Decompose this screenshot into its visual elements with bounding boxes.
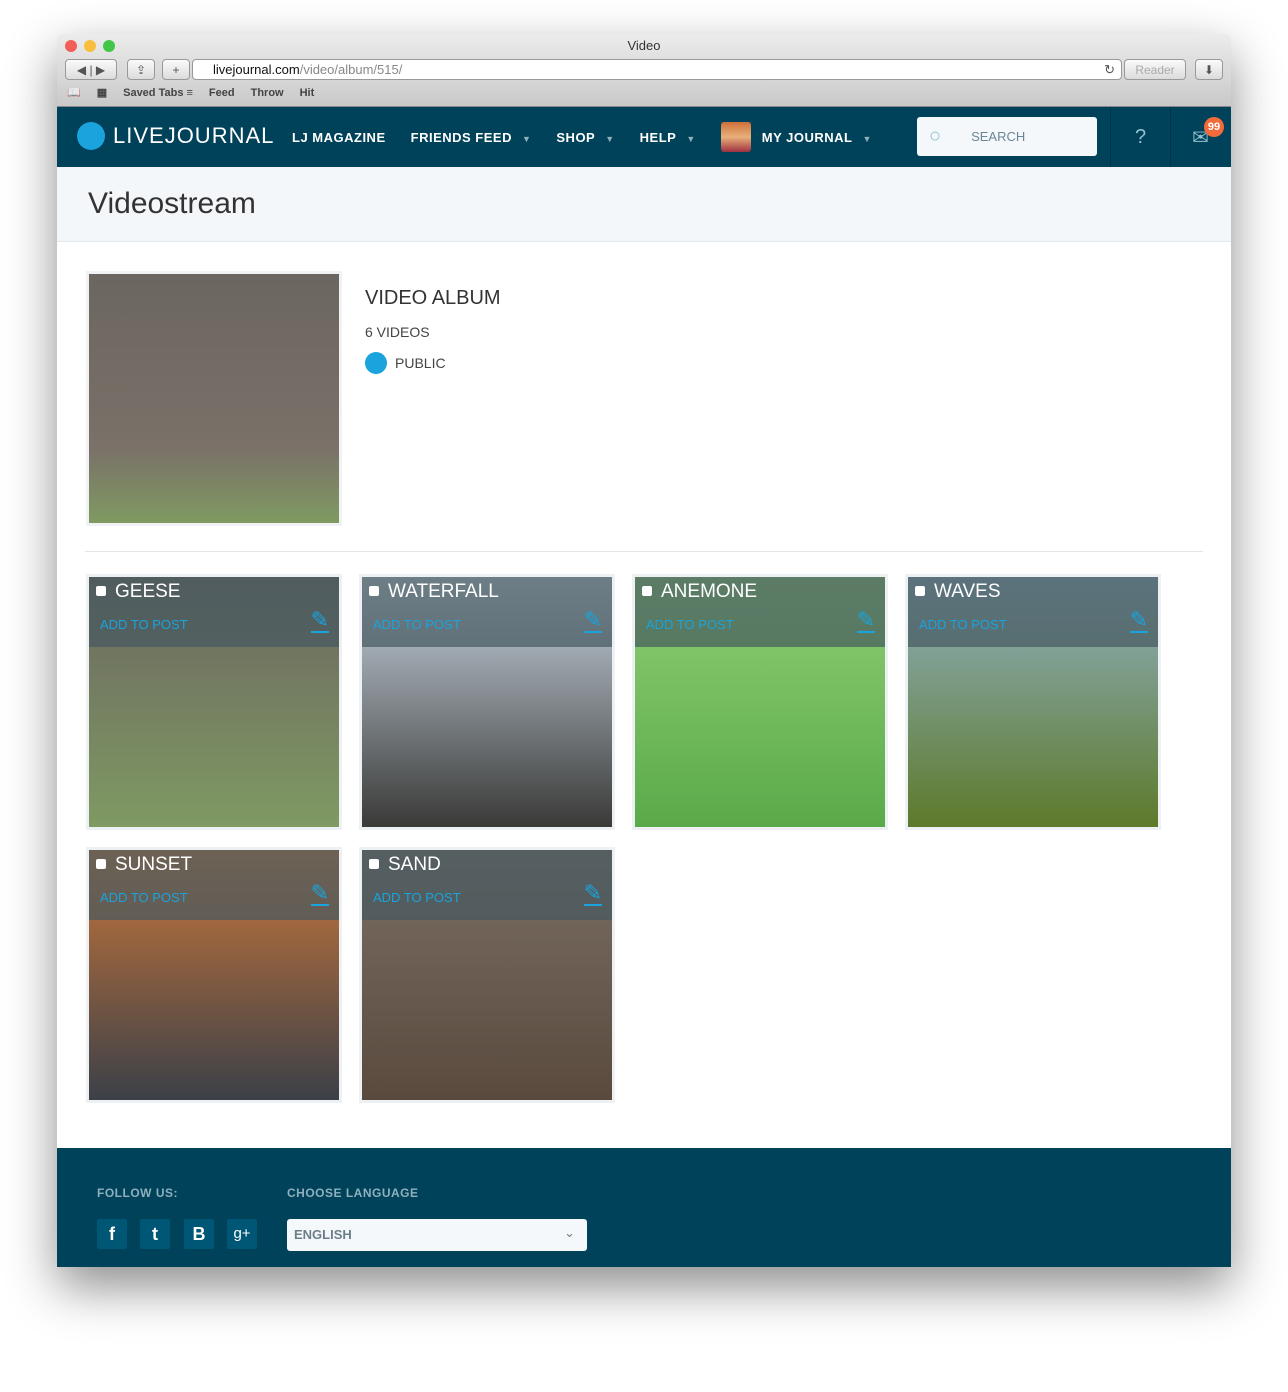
back-forward-button[interactable]: ◀ | ▶ — [65, 59, 117, 80]
language-value: ENGLISH — [294, 1227, 352, 1242]
edit-pencil-icon[interactable]: ✎ — [583, 609, 602, 633]
help-chat-icon[interactable]: ? — [1110, 107, 1170, 167]
edit-pencil-icon[interactable]: ✎ — [583, 882, 602, 906]
edit-pencil-icon[interactable]: ✎ — [310, 609, 329, 633]
add-to-post-link[interactable]: ADD TO POST — [373, 617, 461, 632]
logo-text: LIVEJOURNAL — [113, 123, 275, 148]
search-placeholder: SEARCH — [971, 129, 1026, 144]
video-overlay: ANEMONE ADD TO POST ✎ — [635, 577, 885, 647]
video-overlay: WATERFALL ADD TO POST ✎ — [362, 577, 612, 647]
video-overlay: SAND ADD TO POST ✎ — [362, 850, 612, 920]
language-label: CHOOSE LANGUAGE — [287, 1186, 419, 1200]
nav-label: HELP — [639, 129, 677, 145]
bookmark-item[interactable]: Saved Tabs ≡ — [123, 87, 193, 99]
reader-button[interactable]: Reader — [1124, 59, 1186, 80]
video-overlay: SUNSET ADD TO POST ✎ — [89, 850, 339, 920]
album-info: VIDEO ALBUM 6 VIDEOS PUBLIC — [365, 287, 501, 386]
bookmark-item[interactable]: Hit — [300, 87, 315, 99]
livejournal-logo-icon — [77, 122, 105, 150]
select-checkbox[interactable] — [369, 586, 379, 596]
nav-item-shop[interactable]: SHOP ▼ — [556, 130, 614, 145]
downloads-icon[interactable]: ⬇ — [1195, 59, 1223, 80]
video-overlay: GEESE ADD TO POST ✎ — [89, 577, 339, 647]
bookmarks-bar: 📖 ▦ Saved Tabs ≡ Feed Throw Hit — [67, 86, 315, 100]
add-to-post-link[interactable]: ADD TO POST — [100, 890, 188, 905]
nav-item-my-journal[interactable]: MY JOURNAL ▼ — [762, 130, 872, 145]
video-card[interactable]: WAVES ADD TO POST ✎ — [905, 574, 1161, 830]
video-title: WAVES — [934, 581, 1001, 602]
caret-down-icon: ▼ — [521, 133, 532, 144]
album-cover[interactable] — [86, 271, 342, 526]
album-title: VIDEO ALBUM — [365, 287, 501, 309]
video-card[interactable]: SUNSET ADD TO POST ✎ — [86, 847, 342, 1103]
page-title: Videostream — [57, 167, 1231, 242]
add-to-post-link[interactable]: ADD TO POST — [100, 617, 188, 632]
caret-down-icon: ▼ — [605, 133, 615, 144]
caret-down-icon: ▼ — [686, 133, 696, 144]
divider — [85, 551, 1203, 552]
video-card[interactable]: ANEMONE ADD TO POST ✎ — [632, 574, 888, 830]
chevron-down-icon: ⌄ — [564, 1225, 575, 1240]
video-title: ANEMONE — [661, 581, 758, 602]
logo[interactable]: LIVEJOURNAL — [77, 122, 274, 150]
bookmarks-icon[interactable]: 📖 — [67, 86, 81, 99]
edit-pencil-icon[interactable]: ✎ — [856, 609, 875, 633]
video-overlay: WAVES ADD TO POST ✎ — [908, 577, 1158, 647]
share-button[interactable]: ⇪ — [127, 59, 155, 80]
video-title: WATERFALL — [388, 581, 499, 602]
messages-badge: 99 — [1204, 117, 1224, 137]
address-bar[interactable]: livejournal.com/video/album/515/ ↻ — [192, 59, 1122, 80]
select-checkbox[interactable] — [369, 859, 379, 869]
select-checkbox[interactable] — [642, 586, 652, 596]
globe-icon — [365, 352, 387, 374]
select-checkbox[interactable] — [96, 586, 106, 596]
bookmark-item[interactable]: Throw — [251, 87, 284, 99]
language-select[interactable]: ENGLISH ⌄ — [287, 1219, 587, 1251]
site-nav: LIVEJOURNAL LJ MAGAZINE FRIENDS FEED ▼ SH… — [57, 107, 1231, 167]
messages-icon[interactable]: ✉ 99 — [1170, 107, 1230, 167]
caret-down-icon: ▼ — [862, 133, 872, 144]
browser-window: Video ◀ | ▶ ⇪ + livejournal.com/video/al… — [57, 34, 1231, 1267]
add-to-post-link[interactable]: ADD TO POST — [373, 890, 461, 905]
facebook-icon[interactable]: f — [97, 1219, 127, 1249]
nav-label: LJ MAGAZINE — [292, 129, 386, 145]
vkontakte-icon[interactable]: B — [184, 1219, 214, 1249]
nav-label: MY JOURNAL — [761, 129, 853, 145]
privacy-label: PUBLIC — [395, 355, 446, 371]
search-icon: ○ — [929, 125, 942, 147]
edit-pencil-icon[interactable]: ✎ — [310, 882, 329, 906]
url-path: /video/album/515/ — [299, 62, 403, 77]
add-to-post-link[interactable]: ADD TO POST — [919, 617, 1007, 632]
twitter-icon[interactable]: t — [140, 1219, 170, 1249]
video-title: SAND — [388, 854, 441, 875]
search-input[interactable]: ○ SEARCH — [917, 117, 1097, 156]
url-host: livejournal.com — [213, 62, 300, 77]
footer: FOLLOW US: f t B g+ CHOOSE LANGUAGE ENGL… — [57, 1148, 1231, 1267]
nav-label: FRIENDS FEED — [410, 129, 512, 145]
video-title: SUNSET — [115, 854, 193, 875]
edit-pencil-icon[interactable]: ✎ — [1129, 609, 1148, 633]
google-plus-icon[interactable]: g+ — [227, 1219, 257, 1249]
follow-label: FOLLOW US: — [97, 1186, 178, 1200]
nav-item-friends-feed[interactable]: FRIENDS FEED ▼ — [411, 130, 532, 145]
bookmark-item[interactable]: Feed — [209, 87, 235, 99]
select-checkbox[interactable] — [96, 859, 106, 869]
album-privacy: PUBLIC — [365, 352, 501, 374]
video-card[interactable]: GEESE ADD TO POST ✎ — [86, 574, 342, 830]
window-title: Video — [627, 38, 661, 53]
video-card[interactable]: WATERFALL ADD TO POST ✎ — [359, 574, 615, 830]
add-to-post-link[interactable]: ADD TO POST — [646, 617, 734, 632]
select-checkbox[interactable] — [915, 586, 925, 596]
nav-item-lj-magazine[interactable]: LJ MAGAZINE — [292, 130, 386, 145]
video-card[interactable]: SAND ADD TO POST ✎ — [359, 847, 615, 1103]
album-count: 6 VIDEOS — [365, 324, 430, 340]
nav-label: SHOP — [556, 129, 596, 145]
top-sites-icon[interactable]: ▦ — [97, 86, 107, 99]
browser-chrome: Video ◀ | ▶ ⇪ + livejournal.com/video/al… — [57, 34, 1231, 107]
video-title: GEESE — [115, 581, 181, 602]
avatar[interactable] — [720, 122, 751, 152]
nav-item-help[interactable]: HELP ▼ — [640, 130, 696, 145]
new-tab-button[interactable]: + — [162, 59, 190, 80]
reload-icon[interactable]: ↻ — [1104, 60, 1115, 79]
